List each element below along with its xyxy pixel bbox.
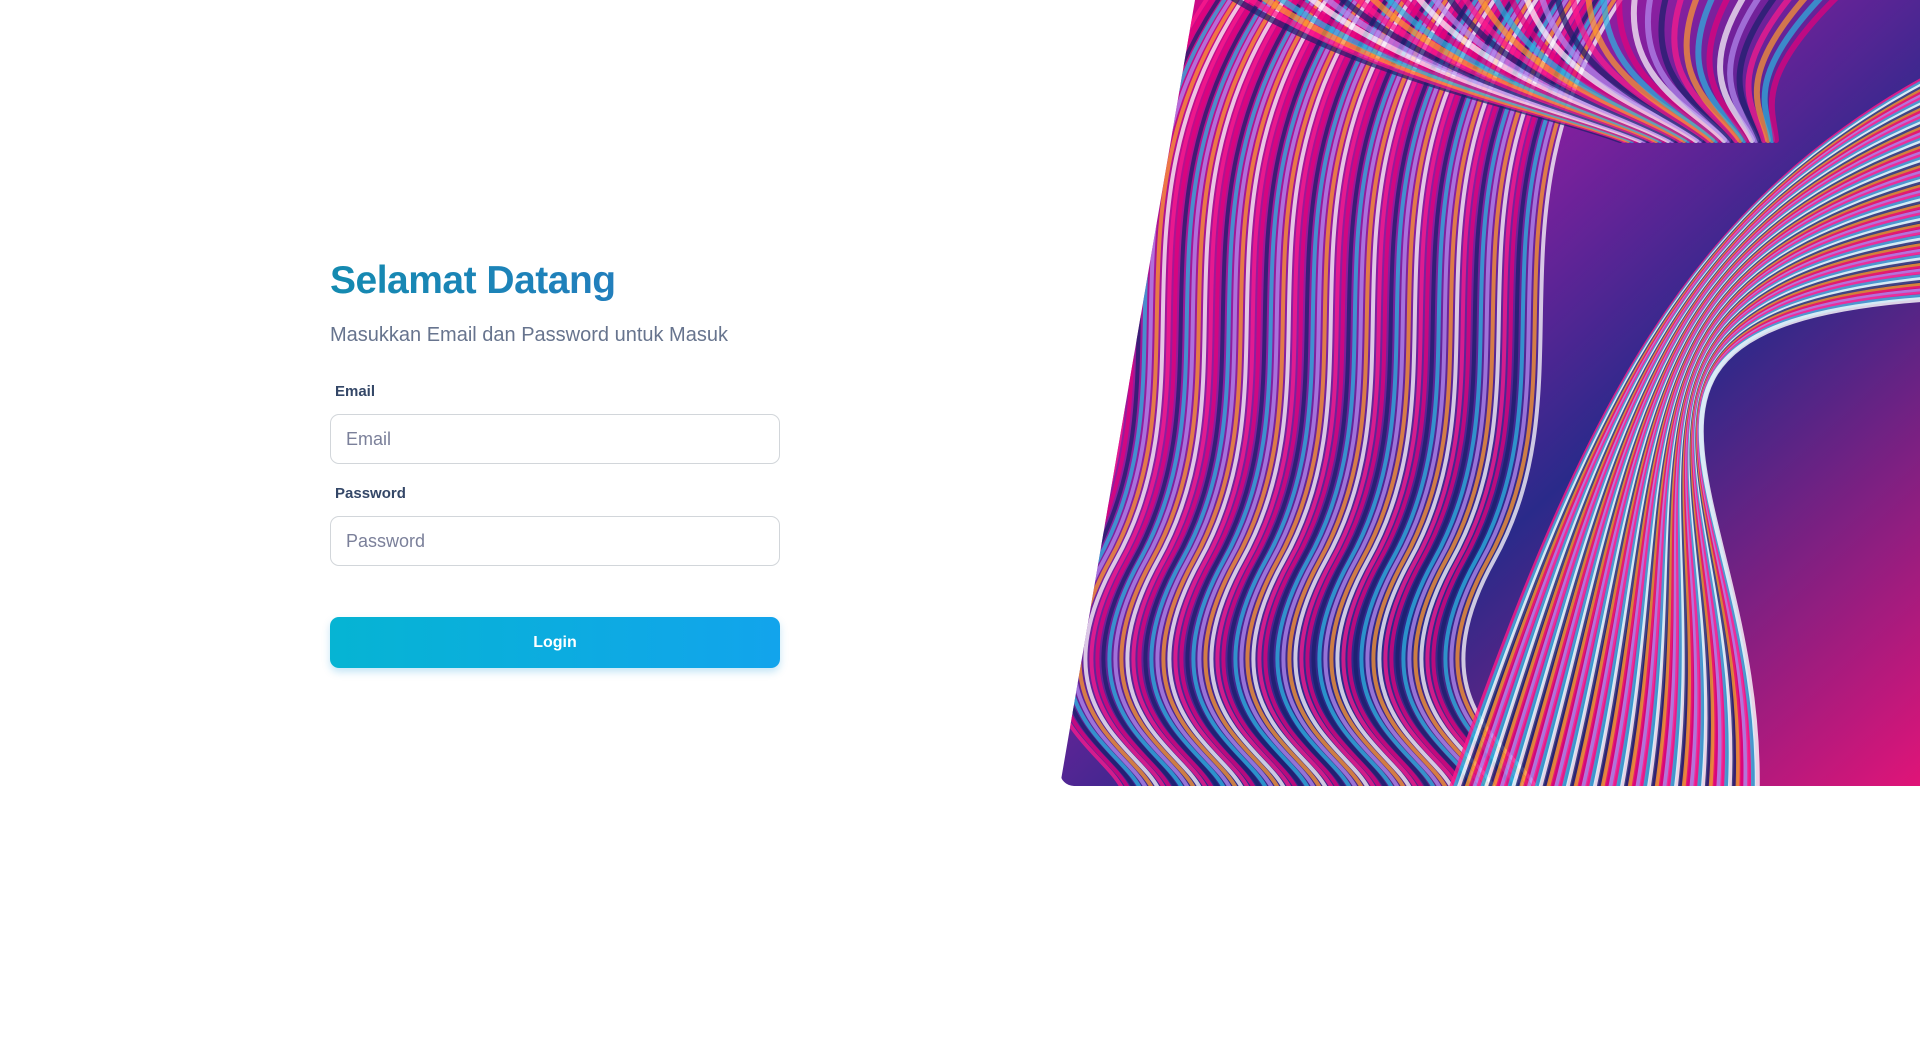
abstract-swirl-image bbox=[1060, 0, 1920, 786]
hero-abstract-artwork bbox=[1060, 0, 1920, 786]
page-subtitle: Masukkan Email dan Password untuk Masuk bbox=[330, 324, 728, 346]
page-title: Selamat Datang bbox=[330, 255, 780, 307]
email-label: Email bbox=[335, 383, 376, 400]
login-page: Selamat Datang Masukkan Email dan Passwo… bbox=[0, 0, 1920, 1048]
email-input[interactable] bbox=[330, 414, 780, 464]
login-form: Selamat Datang Masukkan Email dan Passwo… bbox=[330, 255, 780, 668]
password-input[interactable] bbox=[330, 516, 780, 566]
login-button[interactable]: Login bbox=[330, 617, 780, 668]
password-label: Password bbox=[335, 485, 406, 502]
